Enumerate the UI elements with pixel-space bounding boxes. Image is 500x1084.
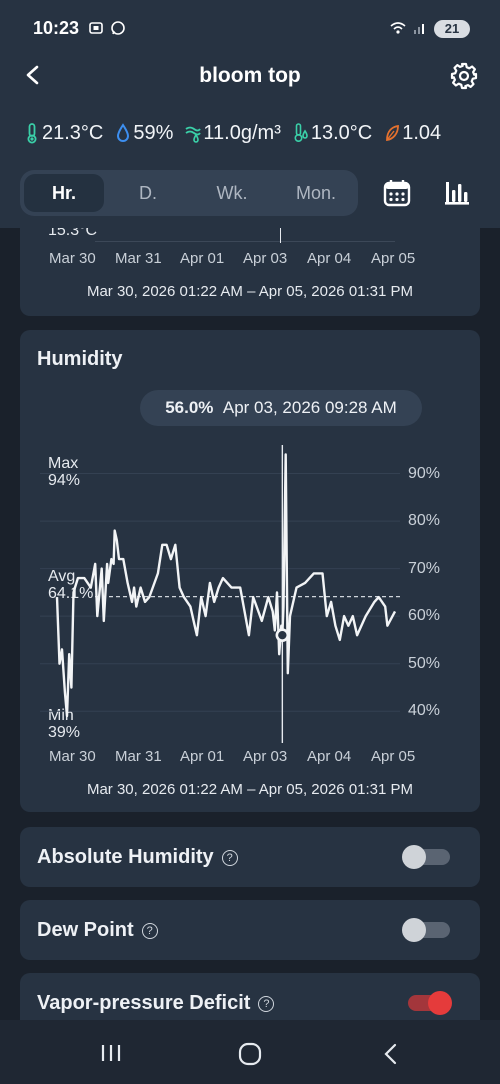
absolute-humidity-label: Absolute Humidity? <box>37 827 238 887</box>
humidity-chart-range: Mar 30, 2026 01:22 AM – Apr 05, 2026 01:… <box>86 781 414 798</box>
y-tick: 60% <box>408 607 441 625</box>
home-icon[interactable] <box>238 1042 262 1066</box>
dew-point-toggle[interactable] <box>402 918 450 942</box>
help-icon[interactable]: ? <box>141 922 158 939</box>
y-tick: 50% <box>408 654 441 672</box>
y-tick: 40% <box>408 702 441 720</box>
y-tick: 70% <box>408 559 441 577</box>
dew-point-row: Dew Point? <box>20 900 480 960</box>
help-icon[interactable]: ? <box>258 995 275 1012</box>
back-nav-icon[interactable] <box>380 1042 402 1066</box>
cursor-point[interactable] <box>275 628 290 642</box>
absolute-humidity-row: Absolute Humidity? <box>20 827 480 887</box>
absolute-humidity-toggle[interactable] <box>402 845 450 869</box>
humidity-series-line <box>55 453 397 718</box>
y-tick: 80% <box>408 512 441 530</box>
recent-apps-icon[interactable] <box>98 1042 124 1064</box>
help-icon[interactable]: ? <box>221 849 238 866</box>
x-tick: Apr 04 <box>307 748 352 765</box>
x-tick: Apr 03 <box>243 748 288 765</box>
x-tick: Apr 05 <box>371 748 416 765</box>
x-tick: Apr 01 <box>180 748 225 765</box>
y-tick: 90% <box>408 464 441 482</box>
humidity-chart[interactable] <box>0 0 500 820</box>
x-tick: Mar 30 <box>49 748 96 765</box>
vpd-toggle[interactable] <box>408 991 452 1015</box>
x-tick: Mar 31 <box>115 748 162 765</box>
dew-point-label: Dew Point? <box>37 900 158 960</box>
